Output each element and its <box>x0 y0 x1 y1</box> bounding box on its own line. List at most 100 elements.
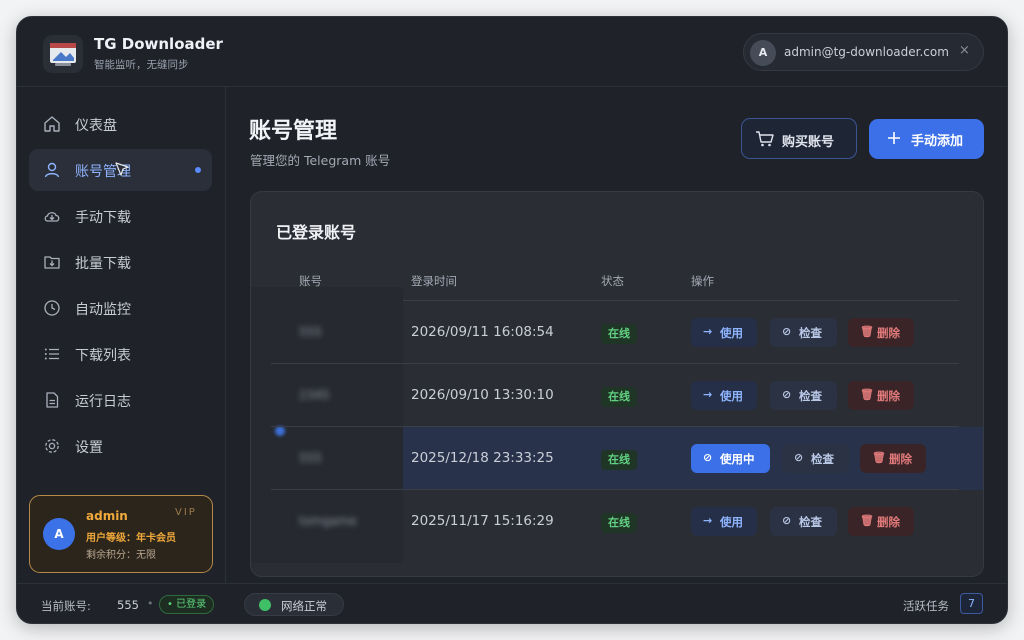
sidebar-item-manual-download[interactable]: 手动下载 <box>29 195 212 237</box>
account-name: 2345 <box>299 388 330 402</box>
buy-account-label: 购买账号 <box>782 135 835 150</box>
user-email: admin@tg-downloader.com <box>784 45 949 59</box>
sidebar-item-label: 自动监控 <box>75 302 131 318</box>
folder-download-icon <box>44 256 60 269</box>
check-circle-icon: ⊘ <box>782 388 792 401</box>
current-account-label: 当前账号: <box>41 599 91 613</box>
trash-icon: 🗑 <box>860 325 874 338</box>
sidebar-item-run-log[interactable]: 运行日志 <box>29 379 212 421</box>
use-button[interactable]: → 使用 <box>691 507 757 536</box>
sidebar-item-batch-download[interactable]: 批量下载 <box>29 241 212 283</box>
use-button[interactable]: → 使用 <box>691 318 757 347</box>
check-label: 检查 <box>799 326 822 340</box>
sidebar-item-label: 批量下载 <box>75 256 131 272</box>
avatar: A <box>43 518 75 550</box>
account-name: 555 <box>299 451 322 465</box>
add-account-button[interactable]: 手动添加 <box>869 119 984 159</box>
cloud-download-icon <box>44 212 60 222</box>
user-level: 用户等级：年卡会员 <box>86 533 176 544</box>
check-label: 检查 <box>799 515 822 529</box>
document-icon <box>46 392 59 408</box>
top-header: TG Downloader 智能监听，无缝同步 A admin@tg-downl… <box>17 17 1007 87</box>
sidebar-item-accounts[interactable]: 账号管理 <box>29 149 212 191</box>
current-account-value: 555 <box>117 598 139 612</box>
active-indicator-dot <box>195 167 201 173</box>
sidebar: 仪表盘 账号管理 手动下载 批量下载 自动监控 下载列表 运行日志 设置 A a… <box>17 87 226 583</box>
check-circle-icon: ⊘ <box>782 514 792 527</box>
table-row[interactable]: 2345 2026/09/10 13:30:10 在线 → 使用 ⊘ 检查 🗑 删除 <box>251 364 983 427</box>
accounts-card: 已登录账号 账号 登录时间 状态 操作 555 2026/09/11 16:08… <box>250 191 984 577</box>
cart-icon <box>756 131 774 147</box>
close-icon[interactable]: × <box>959 43 970 58</box>
delete-button[interactable]: 🗑 删除 <box>848 318 914 347</box>
sidebar-item-auto-monitor[interactable]: 自动监控 <box>29 287 212 329</box>
status-badge: 在线 <box>601 450 637 470</box>
check-circle-icon <box>259 599 271 611</box>
plus-icon <box>888 132 900 144</box>
login-status-badge: • 已登录 <box>159 595 215 614</box>
check-button[interactable]: ⊘ 检查 <box>782 444 849 473</box>
table-row[interactable]: 555 2026/09/11 16:08:54 在线 → 使用 ⊘ 检查 🗑 删除 <box>251 301 983 364</box>
sidebar-item-settings[interactable]: 设置 <box>29 425 212 467</box>
account-name: 555 <box>299 325 322 339</box>
account-name: tomgame <box>299 514 357 528</box>
column-header-status: 状态 <box>601 274 624 288</box>
status-badge: 在线 <box>601 513 637 533</box>
delete-button[interactable]: 🗑 删除 <box>848 381 914 410</box>
login-time: 2025/12/18 23:33:25 <box>411 450 554 466</box>
trash-icon: 🗑 <box>860 388 874 401</box>
user-points: 剩余积分：无限 <box>86 550 156 561</box>
table-row[interactable]: tomgame 2025/11/17 15:16:29 在线 → 使用 ⊘ 检查 🗑… <box>251 490 983 553</box>
column-header-login-time: 登录时间 <box>411 274 457 288</box>
status-bar: 当前账号: 555 • • 已登录 网络正常 活跃任务 7 <box>17 583 1007 623</box>
sidebar-item-label: 仪表盘 <box>75 118 117 134</box>
delete-label: 删除 <box>877 326 900 340</box>
use-label: 使用 <box>720 515 743 529</box>
clock-icon <box>44 300 60 316</box>
in-use-label: 使用中 <box>720 452 755 466</box>
check-button[interactable]: ⊘ 检查 <box>770 381 837 410</box>
in-use-button[interactable]: ⊘ 使用中 <box>691 444 770 473</box>
avatar: A <box>750 40 776 66</box>
trash-icon: 🗑 <box>872 451 886 464</box>
check-circle-icon: ⊘ <box>794 451 804 464</box>
network-status-pill: 网络正常 <box>244 593 344 616</box>
sidebar-item-label: 运行日志 <box>75 394 131 410</box>
sidebar-item-download-list[interactable]: 下载列表 <box>29 333 212 375</box>
user-vip-card[interactable]: A admin VIP 用户等级：年卡会员 剩余积分：无限 <box>29 495 213 573</box>
vip-badge: VIP <box>175 507 197 518</box>
arrow-right-icon: → <box>703 388 713 401</box>
login-time: 2026/09/11 16:08:54 <box>411 324 554 340</box>
status-badge: 在线 <box>601 324 637 344</box>
table-row-current[interactable]: 555 2025/12/18 23:33:25 在线 ⊘ 使用中 ⊘ 检查 🗑 删除 <box>251 427 983 490</box>
use-label: 使用 <box>720 389 743 403</box>
check-button[interactable]: ⊘ 检查 <box>770 318 837 347</box>
mouse-cursor-icon <box>115 162 129 176</box>
active-tasks-count[interactable]: 7 <box>960 593 983 614</box>
buy-account-button[interactable]: 购买账号 <box>741 118 857 159</box>
check-label: 检查 <box>799 389 822 403</box>
delete-button[interactable]: 🗑 删除 <box>860 444 926 473</box>
arrow-right-icon: → <box>703 325 713 338</box>
sidebar-item-dashboard[interactable]: 仪表盘 <box>29 103 212 145</box>
page-subtitle: 管理您的 Telegram 账号 <box>250 153 391 168</box>
column-header-actions: 操作 <box>691 274 714 288</box>
network-status-text: 网络正常 <box>281 599 327 613</box>
check-button[interactable]: ⊘ 检查 <box>770 507 837 536</box>
app-window: TG Downloader 智能监听，无缝同步 A admin@tg-downl… <box>16 16 1008 624</box>
sidebar-item-label: 手动下载 <box>75 210 131 226</box>
active-tasks-label: 活跃任务 <box>903 599 949 613</box>
page-title: 账号管理 <box>249 119 338 144</box>
delete-label: 删除 <box>889 452 912 466</box>
user-account-pill[interactable]: A admin@tg-downloader.com × <box>743 33 984 71</box>
card-title: 已登录账号 <box>276 223 357 242</box>
check-circle-icon: ⊘ <box>703 451 713 464</box>
delete-button[interactable]: 🗑 删除 <box>848 507 914 536</box>
check-circle-icon: ⊘ <box>782 325 792 338</box>
use-button[interactable]: → 使用 <box>691 381 757 410</box>
separator: • <box>147 597 154 610</box>
login-time: 2026/09/10 13:30:10 <box>411 387 554 403</box>
delete-label: 删除 <box>877 515 900 529</box>
user-name: admin <box>86 509 128 523</box>
sidebar-item-label: 下载列表 <box>75 348 131 364</box>
